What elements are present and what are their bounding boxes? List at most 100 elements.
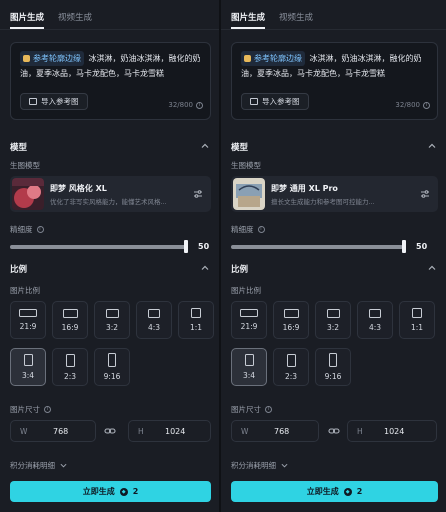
ratio-option-3-2[interactable]: 3:2 bbox=[315, 301, 351, 339]
model-description: 擅长文生成能力和参考图可控能力... bbox=[271, 198, 375, 206]
ratio-sub-label-text: 图片比例 bbox=[10, 286, 40, 295]
height-prefix: H bbox=[357, 427, 363, 436]
precision-value: 50 bbox=[416, 242, 428, 251]
ratio-option-3-4[interactable]: 3:4 bbox=[231, 348, 267, 386]
height-prefix: H bbox=[138, 427, 144, 436]
cost-details-label: 积分消耗明细 bbox=[231, 461, 276, 470]
prompt-text[interactable]: 参考轮廓边缘 冰淇淋，奶油冰淇淋，融化的奶油，夏季冰品，马卡龙配色，马卡龙雪糕 bbox=[20, 51, 202, 81]
precision-label: 精细度 i bbox=[10, 224, 44, 235]
ratio-label: 21:9 bbox=[240, 322, 258, 331]
ratio-option-2-3[interactable]: 2:3 bbox=[52, 348, 88, 386]
precision-slider-track[interactable] bbox=[10, 245, 186, 249]
prompt-input[interactable]: 参考轮廓边缘 冰淇淋，奶油冰淇淋，融化的奶油，夏季冰品，马卡龙配色，马卡龙雪糕 … bbox=[10, 42, 211, 120]
ratio-option-2-3[interactable]: 2:3 bbox=[273, 348, 309, 386]
prompt-input[interactable]: 参考轮廓边缘 冰淇淋，奶油冰淇淋，融化的奶油，夏季冰品，马卡龙配色，马卡龙雪糕 … bbox=[231, 42, 438, 120]
credit-coin-icon: ◆ bbox=[343, 487, 352, 496]
ratio-option-9-16[interactable]: 9:16 bbox=[94, 348, 130, 386]
model-selector[interactable]: 即梦 通用 XL Pro 擅长文生成能力和参考图可控能力... bbox=[231, 176, 438, 212]
model-sub-label: 生图模型 bbox=[231, 160, 261, 171]
height-value: 1024 bbox=[384, 427, 405, 436]
info-icon[interactable]: i bbox=[36, 226, 44, 233]
ratio-label: 21:9 bbox=[19, 322, 37, 331]
ratio-option-1-1[interactable]: 1:1 bbox=[178, 301, 214, 339]
cost-details-toggle[interactable]: 积分消耗明细 bbox=[10, 460, 67, 471]
precision-slider-track[interactable] bbox=[231, 245, 403, 249]
ratio-option-16-9[interactable]: 16:9 bbox=[52, 301, 88, 339]
ratio-option-3-4[interactable]: 3:4 bbox=[10, 348, 46, 386]
ratio-shape bbox=[412, 308, 422, 318]
ratio-option-21-9[interactable]: 21:9 bbox=[231, 301, 267, 339]
precision-value: 50 bbox=[198, 242, 210, 251]
width-input[interactable]: W 768 bbox=[231, 420, 319, 442]
chevron-up-icon[interactable] bbox=[428, 142, 436, 150]
model-section-title: 模型 bbox=[10, 143, 28, 153]
tab-video-generation[interactable]: 视频生成 bbox=[58, 11, 92, 29]
ratio-label: 3:4 bbox=[21, 371, 35, 380]
ratio-option-16-9[interactable]: 16:9 bbox=[273, 301, 309, 339]
ratio-label: 1:1 bbox=[189, 323, 203, 332]
chevron-up-icon[interactable] bbox=[428, 264, 436, 272]
import-reference-button[interactable]: 导入参考图 bbox=[241, 93, 309, 110]
generate-button[interactable]: 立即生成 ◆ 2 bbox=[231, 481, 438, 502]
link-icon[interactable] bbox=[328, 425, 340, 437]
ratio-shape bbox=[65, 353, 75, 367]
char-counter: 32/800 i bbox=[395, 101, 430, 109]
reference-image-icon bbox=[244, 55, 251, 62]
width-prefix: W bbox=[241, 427, 249, 436]
info-icon[interactable]: i bbox=[196, 101, 203, 109]
ratio-option-9-16[interactable]: 9:16 bbox=[315, 348, 351, 386]
char-counter: 32/800 i bbox=[168, 101, 203, 109]
model-section-title: 模型 bbox=[231, 143, 249, 153]
model-sub-label: 生图模型 bbox=[10, 160, 40, 171]
cost-details-label: 积分消耗明细 bbox=[10, 461, 55, 470]
link-icon[interactable] bbox=[104, 425, 116, 437]
info-icon[interactable]: i bbox=[257, 226, 265, 233]
reference-chip[interactable]: 参考轮廓边缘 bbox=[241, 51, 305, 66]
ratio-shape bbox=[23, 354, 33, 366]
info-icon[interactable]: i bbox=[44, 406, 51, 413]
reference-chip-label: 参考轮廓边缘 bbox=[254, 54, 302, 63]
info-icon[interactable]: i bbox=[265, 406, 272, 413]
ratio-option-4-3[interactable]: 4:3 bbox=[136, 301, 172, 339]
ratio-shape bbox=[369, 308, 381, 318]
precision-label-text: 精细度 bbox=[10, 225, 33, 234]
height-input[interactable]: H 1024 bbox=[128, 420, 211, 442]
width-input[interactable]: W 768 bbox=[10, 420, 96, 442]
width-prefix: W bbox=[20, 427, 28, 436]
tab-bar: 图片生成 视频生成 bbox=[10, 11, 92, 29]
ratio-label: 3:4 bbox=[242, 371, 256, 380]
ratio-label: 16:9 bbox=[61, 322, 79, 332]
generate-button[interactable]: 立即生成 ◆ 2 bbox=[10, 481, 211, 502]
ratio-option-21-9[interactable]: 21:9 bbox=[10, 301, 46, 339]
sliders-icon[interactable] bbox=[420, 189, 430, 199]
ratio-option-1-1[interactable]: 1:1 bbox=[399, 301, 435, 339]
reference-chip[interactable]: 参考轮廓边缘 bbox=[20, 51, 84, 66]
divider bbox=[221, 29, 446, 30]
sliders-icon[interactable] bbox=[193, 189, 203, 199]
model-description: 优化了非写实风格能力，能懂艺术风格... bbox=[50, 198, 167, 206]
tab-image-generation[interactable]: 图片生成 bbox=[231, 11, 266, 29]
info-icon[interactable]: i bbox=[423, 101, 430, 109]
chevron-down-icon bbox=[281, 463, 288, 468]
precision-slider-handle[interactable] bbox=[184, 240, 188, 253]
ratio-option-3-2[interactable]: 3:2 bbox=[94, 301, 130, 339]
tab-video-generation[interactable]: 视频生成 bbox=[279, 11, 313, 29]
ratio-shape bbox=[148, 308, 160, 318]
ratio-option-4-3[interactable]: 4:3 bbox=[357, 301, 393, 339]
model-thumbnail bbox=[12, 178, 44, 210]
tab-image-generation[interactable]: 图片生成 bbox=[10, 11, 45, 29]
chevron-up-icon[interactable] bbox=[201, 264, 209, 272]
height-input[interactable]: H 1024 bbox=[347, 420, 437, 442]
precision-slider-handle[interactable] bbox=[402, 240, 406, 253]
cost-details-toggle[interactable]: 积分消耗明细 bbox=[231, 460, 288, 471]
divider bbox=[0, 29, 219, 30]
size-label: 图片尺寸 i bbox=[231, 404, 272, 415]
chevron-up-icon[interactable] bbox=[201, 142, 209, 150]
prompt-text[interactable]: 参考轮廓边缘 冰淇淋，奶油冰淇淋，融化的奶油，夏季冰品，马卡龙配色，马卡龙雪糕 bbox=[241, 51, 429, 81]
ratio-label: 2:3 bbox=[284, 371, 298, 381]
ratio-shape bbox=[19, 309, 37, 317]
ratio-sub-label-text: 图片比例 bbox=[231, 286, 261, 295]
reference-image-icon bbox=[23, 55, 30, 62]
model-selector[interactable]: 即梦 风格化 XL 优化了非写实风格能力，能懂艺术风格... bbox=[10, 176, 211, 212]
import-reference-button[interactable]: 导入参考图 bbox=[20, 93, 88, 110]
